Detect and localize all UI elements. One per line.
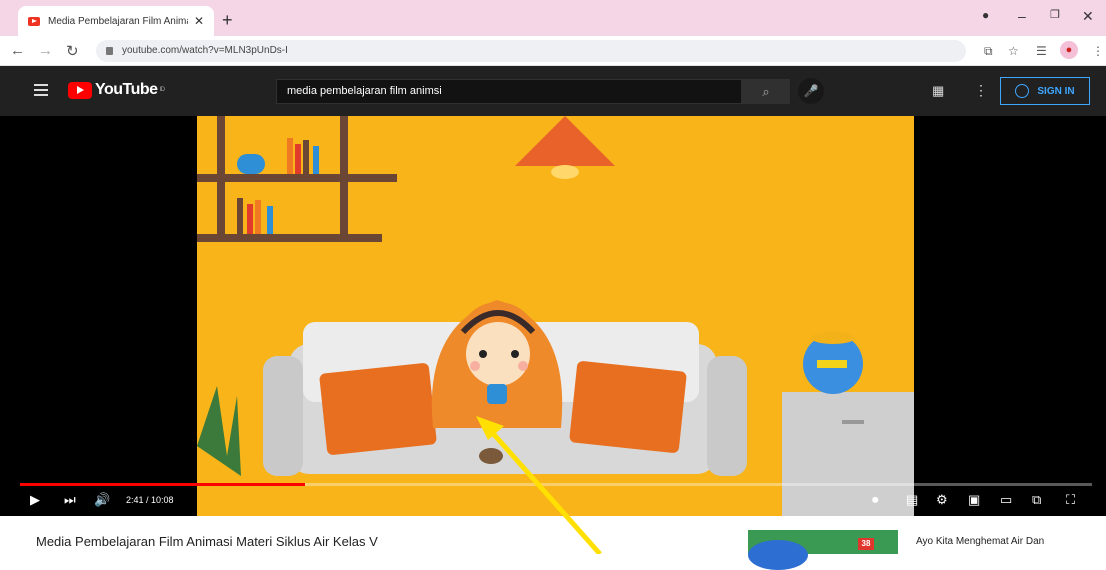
annotation-arrow bbox=[476, 416, 602, 554]
thumbnail-art bbox=[748, 540, 808, 570]
video-title: Media Pembelajaran Film Animasi Materi S… bbox=[36, 534, 378, 549]
recommended-title[interactable]: Ayo Kita Menghemat Air Dan bbox=[916, 536, 1044, 547]
thumbnail-badge: 38 bbox=[858, 538, 874, 550]
recommended-thumbnail[interactable]: 38 bbox=[748, 530, 898, 570]
